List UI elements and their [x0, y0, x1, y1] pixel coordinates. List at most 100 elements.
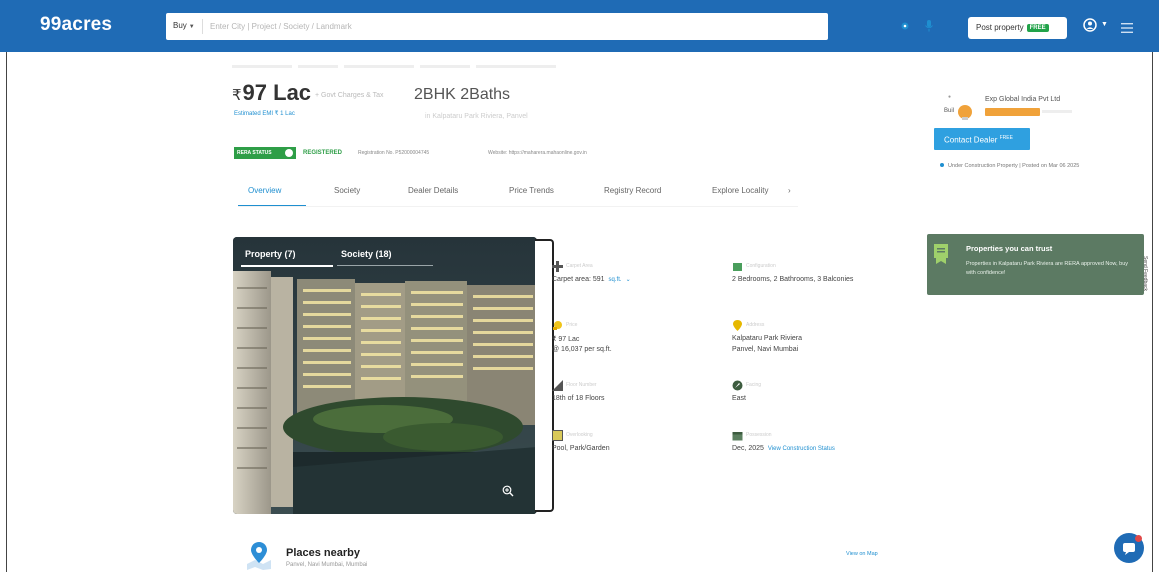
- search-divider: [202, 19, 203, 34]
- chevron-down-icon[interactable]: ⌄: [626, 277, 631, 283]
- map-pin-icon: [733, 320, 742, 331]
- microphone-icon[interactable]: [924, 20, 934, 32]
- area-unit-dropdown[interactable]: sq.ft.: [609, 277, 622, 283]
- post-property-label: Post property: [976, 23, 1024, 32]
- property-image-gallery[interactable]: Property (7) Society (18): [233, 237, 537, 514]
- dealer-meta: Under Construction Property | Posted on …: [940, 163, 1079, 169]
- feature-label: Overlooking: [566, 432, 593, 438]
- feature-value: Dec, 2025 View Construction Status: [732, 445, 835, 452]
- feature-label: Carpet Area: [566, 263, 593, 269]
- construction-status-link[interactable]: View Construction Status: [768, 446, 835, 452]
- dealer-name[interactable]: Exp Global India Pvt Ltd: [985, 96, 1060, 103]
- places-nearby-title: Places nearby: [286, 547, 360, 559]
- search-type-dropdown[interactable]: Buy ▼: [173, 21, 195, 30]
- chevron-down-icon[interactable]: ▼: [1101, 21, 1108, 28]
- places-map-icon: [247, 542, 271, 570]
- floor-icon: [552, 380, 563, 391]
- rera-status-label: RERA STATUS: [237, 150, 272, 156]
- view-on-map-link[interactable]: View on Map: [846, 551, 878, 557]
- price-value: 97 Lac: [242, 80, 312, 105]
- dealer-tag-secondary: [1042, 110, 1072, 113]
- send-feedback-tab[interactable]: Send Feedback: [1142, 256, 1148, 291]
- page-border-right: [1152, 52, 1153, 572]
- chat-support-button[interactable]: [1114, 533, 1144, 563]
- rera-status-badge: RERA STATUS: [234, 147, 296, 159]
- search-type-label: Buy: [173, 21, 187, 30]
- feature-value: 2 Bedrooms, 2 Bathrooms, 3 Balconies: [732, 276, 854, 283]
- bed-icon: [733, 263, 742, 271]
- calendar-icon: [732, 432, 743, 441]
- section-tabs: Overview Society Dealer Details Price Tr…: [238, 184, 798, 208]
- price-tag-icon: [553, 321, 562, 330]
- tab-overview[interactable]: Overview: [248, 186, 281, 195]
- trust-banner[interactable]: Properties you can trust Properties in K…: [927, 234, 1144, 295]
- window-icon: [552, 430, 563, 441]
- price-note: + Govt Charges & Tax: [315, 92, 384, 99]
- gallery-tab-divider: [337, 265, 433, 266]
- contact-dealer-label: Contact Dealer: [944, 135, 998, 145]
- search-input[interactable]: [210, 20, 710, 33]
- feature-label: Configuration: [746, 263, 776, 269]
- feature-label: Floor Number: [566, 382, 597, 388]
- feature-value-secondary: @ 16,037 per sq.ft.: [552, 346, 612, 353]
- feature-value: East: [732, 395, 747, 402]
- gallery-tab-property[interactable]: Property (7): [245, 249, 296, 259]
- tab-price-trends[interactable]: Price Trends: [509, 186, 554, 195]
- registration-number: Registration No. P52000004745: [358, 150, 430, 156]
- post-property-button[interactable]: Post property FREE: [968, 17, 1067, 39]
- dealer-logo: ● Buil: [944, 94, 972, 120]
- hamburger-menu-icon[interactable]: [1121, 23, 1133, 33]
- top-navigation-bar: 99acres Buy▼ Post propertyFREE ▼: [0, 0, 1159, 52]
- dealer-meta-text: Under Construction Property | Posted on …: [948, 163, 1080, 169]
- tabs-next-arrow[interactable]: ›: [788, 186, 791, 195]
- emi-link[interactable]: Estimated EMI ₹ 1 Lac: [234, 110, 295, 117]
- breadcrumb: [232, 58, 632, 69]
- property-price: ₹97 Lac: [232, 80, 311, 106]
- logo[interactable]: 99acres: [40, 14, 112, 36]
- places-nearby-subtitle: Panvel, Navi Mumbai, Mumbai: [286, 562, 368, 568]
- feature-label: Address: [746, 322, 765, 328]
- location-icon[interactable]: [900, 21, 910, 31]
- feature-label: Facing: [746, 382, 762, 388]
- feature-value: Kalpataru Park Riviera: [732, 335, 803, 342]
- contact-dealer-button[interactable]: Contact Dealer FREE: [934, 128, 1030, 150]
- feature-label: Price: [566, 322, 578, 328]
- svg-text:●: ●: [948, 94, 951, 100]
- free-badge: FREE: [999, 135, 1013, 141]
- property-photo[interactable]: [233, 237, 537, 514]
- ribbon-badge-icon: [934, 244, 948, 264]
- free-badge: FREE: [1026, 24, 1049, 32]
- property-title: 2BHK 2Baths: [414, 86, 511, 103]
- zoom-in-icon[interactable]: [502, 485, 514, 497]
- user-account-icon[interactable]: [1083, 18, 1097, 32]
- check-icon: [285, 149, 293, 157]
- tabs-divider: [238, 206, 798, 207]
- gallery-tab-society[interactable]: Society (18): [341, 249, 392, 259]
- tab-registry-record[interactable]: Registry Record: [604, 186, 661, 195]
- trust-banner-title: Properties you can trust: [966, 244, 1053, 253]
- rera-registered-label: REGISTERED: [303, 150, 343, 156]
- property-subtitle: in Kalpataru Park Riviera, Panvel: [425, 113, 528, 120]
- notification-dot: [1135, 535, 1142, 542]
- chevron-down-icon: ▼: [188, 24, 195, 30]
- rera-status-row: RERA STATUS REGISTERED Registration No. …: [234, 147, 654, 159]
- tab-society[interactable]: Society: [334, 186, 360, 195]
- status-dot-icon: [940, 163, 944, 167]
- rupee-symbol: ₹: [232, 87, 242, 104]
- feature-label: Possession: [746, 432, 772, 438]
- possession-value: Dec, 2025: [732, 445, 764, 452]
- area-icon: [552, 261, 563, 272]
- rera-website[interactable]: Website: https://maharera.mahaonline.gov…: [488, 150, 587, 156]
- feature-value: 18th of 18 Floors: [552, 395, 605, 402]
- feature-value: Carpet area: 591 sq.ft. ⌄: [552, 276, 631, 283]
- svg-text:Buil: Buil: [944, 108, 954, 114]
- tab-dealer-details[interactable]: Dealer Details: [408, 186, 458, 195]
- feature-value: ₹ 97 Lac: [552, 336, 580, 343]
- tab-explore-locality[interactable]: Explore Locality: [712, 186, 768, 195]
- feature-value-secondary: Panvel, Navi Mumbai: [732, 346, 799, 353]
- active-gallery-tab-indicator: [241, 265, 333, 267]
- feature-value: Pool, Park/Garden: [552, 445, 610, 452]
- search-bar[interactable]: Buy ▼: [166, 13, 989, 40]
- carpet-area-value: Carpet area: 591: [552, 276, 605, 283]
- page-border-left: [6, 52, 7, 572]
